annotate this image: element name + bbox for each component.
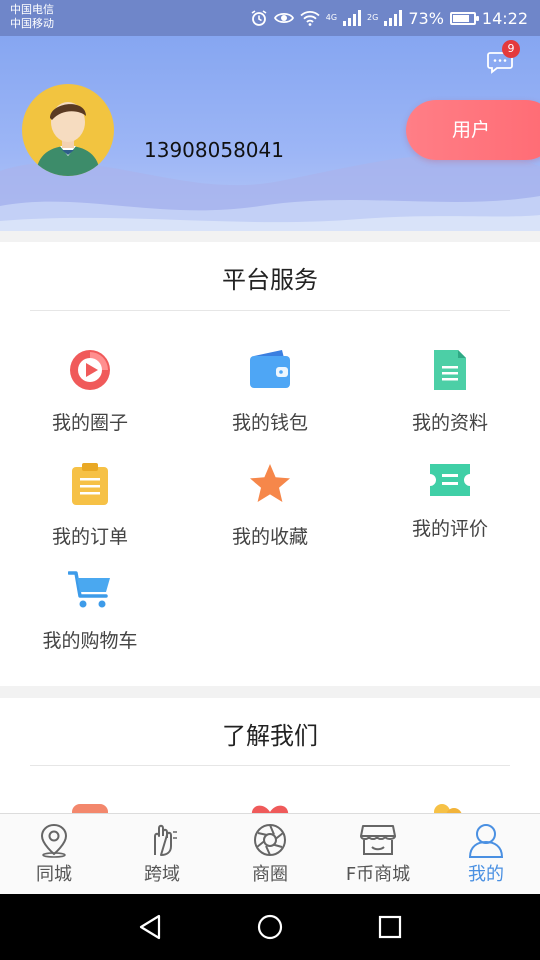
eye-icon	[273, 12, 294, 24]
avatar[interactable]	[22, 84, 114, 176]
document-icon	[434, 350, 466, 390]
about-us-title: 了解我们	[222, 722, 318, 750]
user-icon	[468, 824, 504, 858]
carrier-1: 中国电信	[10, 3, 54, 16]
hand-icon	[154, 824, 177, 856]
network-label-2: 2G	[367, 13, 379, 22]
service-my-orders[interactable]: 我的订单	[0, 462, 180, 549]
tab-label: 商圈	[252, 864, 288, 885]
service-label: 我的圈子	[51, 412, 128, 434]
service-my-reviews[interactable]: 我的评价	[360, 462, 540, 541]
about-item-icon[interactable]	[248, 802, 292, 813]
signal-icon	[343, 10, 362, 26]
tab-label: 跨域	[144, 864, 180, 885]
aperture-icon	[254, 824, 286, 856]
recent-apps-icon[interactable]	[378, 914, 402, 940]
status-icons: 4G 2G 73% 14:22	[250, 7, 528, 29]
service-label: 我的收藏	[231, 526, 308, 548]
tab-fcoin-mall[interactable]: F币商城	[324, 814, 432, 894]
service-my-profile[interactable]: 我的资料	[360, 348, 540, 435]
carrier-2: 中国移动	[10, 17, 54, 30]
home-icon[interactable]	[257, 914, 283, 940]
service-label: 我的评价	[411, 518, 488, 540]
tab-label: 我的	[468, 864, 504, 885]
back-icon[interactable]	[138, 914, 162, 940]
store-icon	[360, 825, 396, 855]
about-item-icon[interactable]	[430, 802, 470, 813]
location-pin-icon	[40, 823, 68, 858]
service-label: 我的购物车	[42, 630, 138, 652]
bottom-tab-bar: 同城 跨域 商圈 F币商城 我的	[0, 813, 540, 894]
about-item-icon[interactable]	[70, 802, 110, 813]
profile-header: 9 13908058041 用户	[0, 36, 540, 231]
battery-icon	[449, 11, 479, 25]
network-label-1: 4G	[325, 13, 338, 22]
service-label: 我的订单	[51, 526, 128, 548]
alarm-icon	[251, 10, 267, 26]
cart-icon	[68, 571, 110, 608]
ticket-icon	[430, 464, 470, 496]
avatar-image	[36, 102, 100, 176]
user-phone-number: 13908058041	[144, 138, 284, 162]
clipboard-icon	[72, 463, 108, 505]
about-us-panel: 了解我们	[0, 698, 540, 813]
signal-icon	[384, 10, 403, 26]
message-badge: 9	[502, 40, 520, 58]
wifi-icon	[300, 11, 320, 26]
service-my-wallet[interactable]: 我的钱包	[180, 348, 360, 435]
tab-business-circle[interactable]: 商圈	[216, 814, 324, 894]
platform-services-title: 平台服务	[222, 266, 318, 294]
tab-label: 同城	[36, 864, 72, 885]
carrier-info: 中国电信 中国移动	[10, 3, 54, 31]
battery-percent: 73%	[408, 8, 444, 28]
section-divider	[30, 765, 510, 766]
tab-cross-region[interactable]: 跨域	[108, 814, 216, 894]
service-label: 我的钱包	[231, 412, 308, 434]
clock-time: 14:22	[481, 8, 528, 28]
circle-play-icon	[70, 350, 110, 390]
tab-label: F币商城	[345, 864, 411, 885]
service-my-favorites[interactable]: 我的收藏	[180, 462, 360, 549]
status-bar: 中国电信 中国移动 4G 2G 73% 14:22	[0, 0, 540, 36]
tab-local[interactable]: 同城	[0, 814, 108, 894]
service-my-cart[interactable]: 我的购物车	[0, 570, 180, 653]
platform-services-panel: 平台服务 我的圈子 我的钱包 我的资料 我的订单 我的收藏 我的评价 我的购物车	[0, 242, 540, 686]
service-label: 我的资料	[411, 412, 488, 434]
system-navigation-bar	[0, 894, 540, 960]
user-role-button[interactable]: 用户	[406, 100, 540, 160]
tab-mine[interactable]: 我的	[432, 814, 540, 894]
section-divider	[30, 310, 510, 311]
service-my-circle[interactable]: 我的圈子	[0, 348, 180, 435]
wallet-icon	[250, 350, 290, 388]
star-icon	[250, 464, 290, 502]
